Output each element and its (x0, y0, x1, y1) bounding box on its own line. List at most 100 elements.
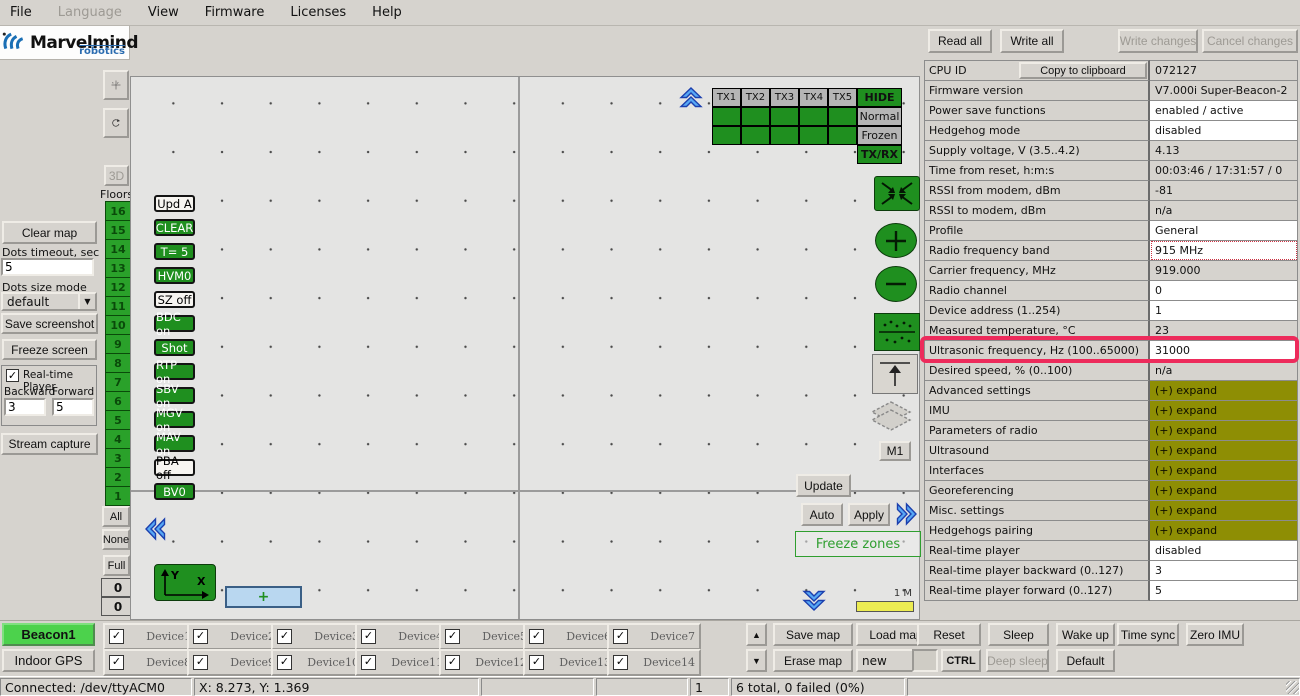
device12-checkbox[interactable] (445, 655, 460, 670)
param-value[interactable]: 5 (1150, 580, 1298, 601)
menu-licenses[interactable]: Licenses (290, 5, 346, 20)
map-button-rtp-on[interactable]: RTP on (154, 363, 195, 380)
write-all-button[interactable]: Write all (1000, 29, 1064, 53)
device7-cell[interactable]: Device7 (607, 623, 701, 650)
device11-checkbox[interactable] (361, 655, 376, 670)
menu-view[interactable]: View (148, 5, 179, 20)
map-button-shot[interactable]: Shot (154, 339, 195, 356)
param-value[interactable]: disabled (1150, 120, 1298, 141)
m1-button[interactable]: M1 (879, 441, 911, 461)
write-changes-button[interactable]: Write changes (1118, 29, 1198, 53)
device2-cell[interactable]: Device2 (187, 623, 281, 650)
floor-15[interactable]: 15 (105, 220, 131, 240)
floor-14[interactable]: 14 (105, 239, 131, 259)
zoom-in-icon[interactable] (875, 223, 917, 258)
param-value[interactable]: disabled (1150, 540, 1298, 561)
map-button-mav-on[interactable]: MAV on (154, 435, 195, 452)
floor-5[interactable]: 5 (105, 410, 131, 430)
wake-up-button[interactable]: Wake up (1056, 623, 1115, 646)
collapse-up-icon[interactable] (678, 86, 704, 112)
tx-cell[interactable] (741, 126, 770, 145)
map-canvas[interactable]: Upd A CLEAR T= 5 HVM0 SZ off BDC on Shot… (130, 76, 920, 620)
param-value[interactable]: enabled / active (1150, 100, 1298, 121)
expand-imu[interactable]: (+) expand (1150, 400, 1298, 421)
default-button[interactable]: Default (1056, 649, 1115, 672)
expand-georeferencing[interactable]: (+) expand (1150, 480, 1298, 501)
map-button-t5[interactable]: T= 5 (154, 243, 195, 260)
tx5-header[interactable]: TX5 (828, 88, 857, 107)
device14-checkbox[interactable] (613, 655, 628, 670)
tx-cell[interactable] (770, 126, 799, 145)
map-button-hvm0[interactable]: HVM0 (154, 267, 195, 284)
clear-map-button[interactable]: Clear map (2, 221, 97, 244)
tx2-header[interactable]: TX2 (741, 88, 770, 107)
device13-checkbox[interactable] (529, 655, 544, 670)
tx-cell[interactable] (799, 126, 828, 145)
floor-6[interactable]: 6 (105, 391, 131, 411)
device-scroll-down-icon[interactable]: ▼ (746, 649, 767, 672)
device4-checkbox[interactable] (361, 629, 376, 644)
device2-checkbox[interactable] (193, 629, 208, 644)
param-value-ultrasonic[interactable]: 31000 (1150, 340, 1298, 361)
device10-cell[interactable]: Device10 (271, 649, 365, 676)
save-screenshot-button[interactable]: Save screenshot (1, 313, 98, 334)
resize-grip[interactable] (1286, 681, 1299, 694)
ctrl-button[interactable]: CTRL (941, 649, 981, 672)
device-scroll-up-icon[interactable]: ▲ (746, 623, 767, 646)
device13-cell[interactable]: Device13 (523, 649, 617, 676)
device6-cell[interactable]: Device6 (523, 623, 617, 650)
freeze-zones-label[interactable]: Freeze zones (795, 531, 921, 557)
dots-size-dropdown[interactable]: default ▼ (1, 292, 97, 311)
zoom-out-icon[interactable] (875, 266, 917, 302)
menu-firmware[interactable]: Firmware (205, 5, 265, 20)
sleep-button[interactable]: Sleep (988, 623, 1049, 646)
map-button-sz-off[interactable]: SZ off (154, 291, 195, 308)
floor-10[interactable]: 10 (105, 315, 131, 335)
3d-button[interactable]: 3D (104, 165, 129, 186)
expand-misc-settings[interactable]: (+) expand (1150, 500, 1298, 521)
floor-16[interactable]: 16 (105, 201, 131, 221)
floor-13[interactable]: 13 (105, 258, 131, 278)
map-button-bv0[interactable]: BV0 (154, 483, 195, 500)
expand-advanced-settings[interactable]: (+) expand (1150, 380, 1298, 401)
tx-cell[interactable] (799, 107, 828, 126)
param-value-selected[interactable]: 915 MHz (1150, 240, 1298, 261)
device1-cell[interactable]: Device1 (103, 623, 197, 650)
tx-cell[interactable] (770, 107, 799, 126)
floor-4[interactable]: 4 (105, 429, 131, 449)
ctrl-checkbox[interactable] (912, 649, 938, 672)
param-value[interactable]: 1 (1150, 300, 1298, 321)
tx-cell[interactable] (828, 107, 857, 126)
map-button-upd-a[interactable]: Upd A (154, 195, 195, 212)
floor-7[interactable]: 7 (105, 372, 131, 392)
param-value[interactable]: 0 (1150, 280, 1298, 301)
txrx-cell[interactable]: TX/RX (857, 145, 902, 164)
floor-9[interactable]: 9 (105, 334, 131, 354)
copy-to-clipboard-button[interactable]: Copy to clipboard (1019, 62, 1147, 79)
tx-cell[interactable] (712, 107, 741, 126)
realtime-player-checkbox[interactable] (6, 369, 19, 382)
device12-cell[interactable]: Device12 (439, 649, 533, 676)
dots-display-icon[interactable] (874, 313, 920, 351)
xy-axes-icon[interactable]: xy (103, 70, 129, 100)
tx4-header[interactable]: TX4 (799, 88, 828, 107)
reset-button[interactable]: Reset (917, 623, 981, 646)
zero-imu-button[interactable]: Zero IMU (1186, 623, 1244, 646)
device1-checkbox[interactable] (109, 629, 124, 644)
expand-parameters-of-radio[interactable]: (+) expand (1150, 420, 1298, 441)
update-button[interactable]: Update (796, 474, 851, 497)
floor-12[interactable]: 12 (105, 277, 131, 297)
add-submap-button[interactable]: + (225, 586, 302, 608)
device10-checkbox[interactable] (277, 655, 292, 670)
time-sync-button[interactable]: Time sync (1117, 623, 1179, 646)
param-value[interactable]: 3 (1150, 560, 1298, 581)
param-value[interactable]: General (1150, 220, 1298, 241)
device6-checkbox[interactable] (529, 629, 544, 644)
device9-checkbox[interactable] (193, 655, 208, 670)
floor-8[interactable]: 8 (105, 353, 131, 373)
tab-beacon1[interactable]: Beacon1 (2, 623, 95, 646)
floor-3[interactable]: 3 (105, 448, 131, 468)
device5-checkbox[interactable] (445, 629, 460, 644)
expand-hedgehogs-pairing[interactable]: (+) expand (1150, 520, 1298, 541)
tx-cell[interactable] (741, 107, 770, 126)
